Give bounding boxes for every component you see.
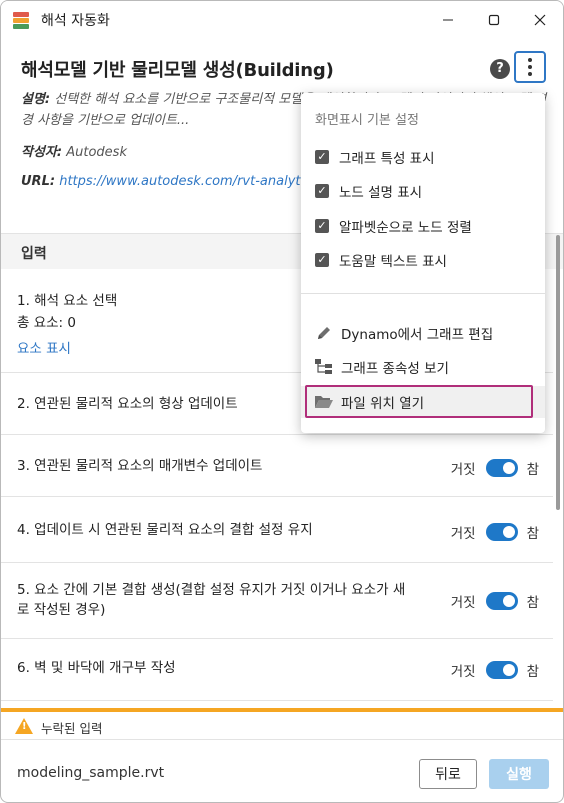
input-row-6: 6. 벽 및 바닥에 개구부 작성 거짓 참 — [1, 639, 553, 701]
warning-text: 누락된 입력 — [41, 721, 103, 736]
menu-item-label: 도움말 텍스트 표시 — [339, 254, 447, 270]
input-row-3: 3. 연관된 물리적 요소의 매개변수 업데이트 거짓 참 — [1, 435, 553, 497]
menu-header: 화면표시 기본 설정 — [315, 113, 419, 128]
input-row-4: 4. 업데이트 시 연관된 물리적 요소의 결합 설정 유지 거짓 참 — [1, 497, 553, 563]
checkbox-checked-icon: ✓ — [315, 219, 329, 233]
checkbox-checked-icon: ✓ — [315, 184, 329, 198]
element-count: 총 요소: 0 — [17, 315, 76, 331]
row-label: 3. 연관된 물리적 요소의 매개변수 업데이트 — [17, 458, 263, 474]
app-window: 해석 자동화 해석모델 기반 물리모델 생성(Building) ? 설명: 선… — [0, 0, 564, 803]
show-elements-link[interactable]: 요소 표시 — [17, 339, 71, 359]
more-dot-icon — [528, 58, 532, 62]
menu-item-label: 그래프 특성 표시 — [339, 151, 435, 167]
options-menu: 화면표시 기본 설정 ✓ 그래프 특성 표시 ✓ 노드 설명 표시 ✓ 알파벳순… — [301, 93, 545, 433]
row-label: 2. 연관된 물리적 요소의 형상 업데이트 — [17, 396, 238, 412]
more-dot-icon — [528, 72, 532, 76]
author: 작성자: Autodesk — [21, 141, 127, 160]
menu-item-label: 알파벳순으로 노드 정렬 — [339, 220, 472, 236]
menu-item-sort-nodes-alphabetically[interactable]: ✓ 알파벳순으로 노드 정렬 — [301, 210, 545, 242]
false-label: 거짓 — [450, 526, 476, 542]
more-dot-icon — [528, 65, 532, 69]
file-name: modeling_sample.rvt — [17, 765, 165, 781]
menu-item-label: Dynamo에서 그래프 편집 — [341, 327, 494, 343]
window-title: 해석 자동화 — [41, 13, 110, 29]
menu-item-show-node-descriptions[interactable]: ✓ 노드 설명 표시 — [301, 175, 545, 207]
maximize-button[interactable] — [471, 1, 517, 39]
tree-icon — [313, 357, 335, 377]
missing-input-warning: ! 누락된 입력 — [1, 712, 563, 740]
close-button[interactable] — [517, 1, 563, 39]
toggle-switch[interactable] — [485, 661, 518, 679]
toggle-switch[interactable] — [485, 592, 518, 610]
author-label: 작성자: — [21, 145, 63, 160]
true-label: 참 — [526, 664, 539, 680]
help-icon[interactable]: ? — [490, 59, 510, 79]
close-icon — [534, 14, 546, 26]
menu-item-show-graph-properties[interactable]: ✓ 그래프 특성 표시 — [301, 141, 545, 173]
boolean-toggle: 거짓 참 — [451, 458, 539, 478]
app-logo-icon — [13, 11, 31, 29]
menu-item-show-help-text[interactable]: ✓ 도움말 텍스트 표시 — [301, 244, 545, 276]
checkbox-checked-icon: ✓ — [315, 150, 329, 164]
minimize-icon — [443, 19, 453, 21]
row-label: 4. 업데이트 시 연관된 물리적 요소의 결합 설정 유지 — [17, 522, 313, 538]
boolean-toggle: 거짓 참 — [451, 522, 539, 542]
back-button[interactable]: 뒤로 — [419, 759, 477, 789]
true-label: 참 — [526, 462, 539, 478]
minimize-button[interactable] — [425, 1, 471, 39]
row-label: 6. 벽 및 바닥에 개구부 작성 — [17, 660, 176, 676]
warning-icon: ! — [15, 718, 33, 734]
window-controls — [425, 1, 563, 39]
toggle-switch[interactable] — [485, 523, 518, 541]
toggle-switch[interactable] — [485, 459, 518, 477]
maximize-icon — [488, 14, 500, 26]
description-label: 설명: — [21, 92, 51, 107]
section-title: 입력 — [21, 246, 47, 262]
row-label: 5. 요소 간에 기본 결합 생성(결합 설정 유지가 거짓 이거나 요소가 새… — [17, 582, 406, 618]
more-options-button[interactable] — [514, 51, 546, 83]
pencil-icon — [313, 323, 335, 343]
menu-item-label: 그래프 종속성 보기 — [341, 361, 449, 377]
run-button[interactable]: 실행 — [489, 759, 549, 789]
menu-item-edit-in-dynamo[interactable]: Dynamo에서 그래프 편집 — [301, 317, 545, 349]
boolean-toggle: 거짓 참 — [451, 660, 539, 680]
menu-item-view-dependencies[interactable]: 그래프 종속성 보기 — [301, 351, 545, 383]
false-label: 거짓 — [450, 595, 476, 611]
row-title: 1. 해석 요소 선택 — [17, 293, 118, 309]
inputs-scrollbar[interactable] — [555, 235, 561, 705]
page-title: 해석모델 기반 물리모델 생성(Building) — [21, 60, 334, 81]
false-label: 거짓 — [450, 462, 476, 478]
menu-divider — [301, 293, 545, 294]
boolean-toggle: 거짓 참 — [451, 591, 539, 611]
checkbox-checked-icon: ✓ — [315, 253, 329, 267]
author-value: Autodesk — [66, 145, 127, 160]
menu-item-label: 노드 설명 표시 — [339, 185, 423, 201]
false-label: 거짓 — [450, 664, 476, 680]
highlight-outline — [305, 385, 533, 418]
true-label: 참 — [526, 595, 539, 611]
title-bar: 해석 자동화 — [1, 1, 563, 39]
input-row-5: 5. 요소 간에 기본 결합 생성(결합 설정 유지가 거짓 이거나 요소가 새… — [1, 563, 553, 639]
true-label: 참 — [526, 526, 539, 542]
scroll-thumb[interactable] — [556, 235, 560, 510]
url-label: URL: — [21, 174, 56, 189]
footer: modeling_sample.rvt 뒤로 실행 — [1, 741, 563, 802]
